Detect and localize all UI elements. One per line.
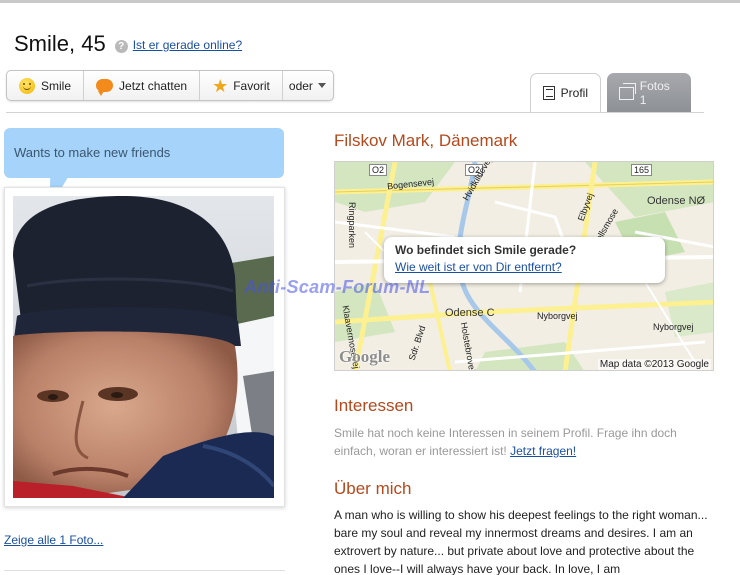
distance-link[interactable]: Wie weit ist er von Dir entfernt?: [395, 260, 654, 274]
map-info-popup: Wo befindet sich Smile gerade? Wie weit …: [384, 237, 665, 283]
tabs-divider: [6, 112, 704, 113]
profile-header: Smile, 45 ? Ist er gerade online?: [14, 31, 242, 57]
profile-document-icon: [543, 86, 555, 100]
status-bubble-text: Wants to make new friends: [14, 145, 171, 160]
star-icon: ★: [212, 75, 229, 96]
interests-body: Smile hat noch keine Interessen in seine…: [334, 426, 677, 458]
about-text: A man who is willing to show his deepest…: [334, 508, 708, 575]
ask-now-link[interactable]: Jetzt fragen!: [510, 444, 576, 458]
map-road-label: Nyborgvej: [537, 311, 578, 321]
favorite-button-label: Favorit: [233, 78, 270, 93]
profile-name-age: Smile, 45: [14, 31, 106, 56]
map-road-label: 165: [631, 164, 653, 176]
question-icon[interactable]: ?: [114, 40, 128, 53]
smile-button-label: Smile: [41, 78, 72, 93]
left-column: Wants to make new friends: [4, 128, 285, 507]
tab-photos-label: Fotos 1: [639, 79, 670, 107]
action-bar: Smile Jetzt chatten ★ Favorit oder: [6, 70, 334, 101]
tab-profile[interactable]: Profil: [530, 73, 601, 113]
status-bubble: Wants to make new friends: [4, 128, 284, 178]
map-road-label: Ringparken: [347, 201, 358, 249]
chat-button-label: Jetzt chatten: [119, 78, 188, 93]
map-road-label: O2: [369, 164, 388, 176]
location-heading: Filskov Mark, Dänemark: [334, 131, 518, 150]
favorite-button[interactable]: ★ Favorit: [200, 71, 283, 100]
smile-icon: [19, 77, 35, 94]
online-status-link[interactable]: Ist er gerade online?: [133, 38, 242, 52]
location-map[interactable]: O2 Bogensevej O2 Ringparken Odense NØ 16…: [334, 161, 714, 371]
profile-photo-image: [13, 196, 274, 498]
photos-icon: [619, 82, 636, 100]
chat-button[interactable]: Jetzt chatten: [84, 71, 201, 100]
about-heading: Über mich: [334, 479, 412, 498]
chevron-down-icon: [317, 83, 326, 88]
show-all-photos-link[interactable]: Zeige alle 1 Foto...: [4, 533, 103, 547]
interests-heading: Interessen: [334, 396, 414, 415]
more-dropdown-label: oder: [288, 78, 313, 93]
map-popup-question: Wo befindet sich Smile gerade?: [395, 243, 577, 257]
interests-text: Smile hat noch keine Interessen in seine…: [334, 424, 714, 460]
tab-profile-label: Profil: [560, 86, 588, 100]
map-credit: Map data ©2013 Google: [597, 359, 711, 370]
map-district-label: Odense NØ: [647, 195, 706, 207]
left-divider: [4, 570, 285, 571]
top-border: [0, 0, 740, 3]
google-logo[interactable]: Google: [339, 347, 390, 367]
profile-photo-frame[interactable]: [4, 187, 285, 507]
map-district-label: Odense C: [445, 307, 495, 319]
tab-photos[interactable]: Fotos 1: [607, 73, 691, 113]
map-road-label: Nyborgvej: [653, 322, 694, 332]
chat-bubble-icon: [96, 79, 114, 96]
profile-photo[interactable]: [13, 196, 274, 498]
smile-button[interactable]: Smile: [7, 71, 85, 100]
more-dropdown[interactable]: oder: [283, 71, 333, 100]
